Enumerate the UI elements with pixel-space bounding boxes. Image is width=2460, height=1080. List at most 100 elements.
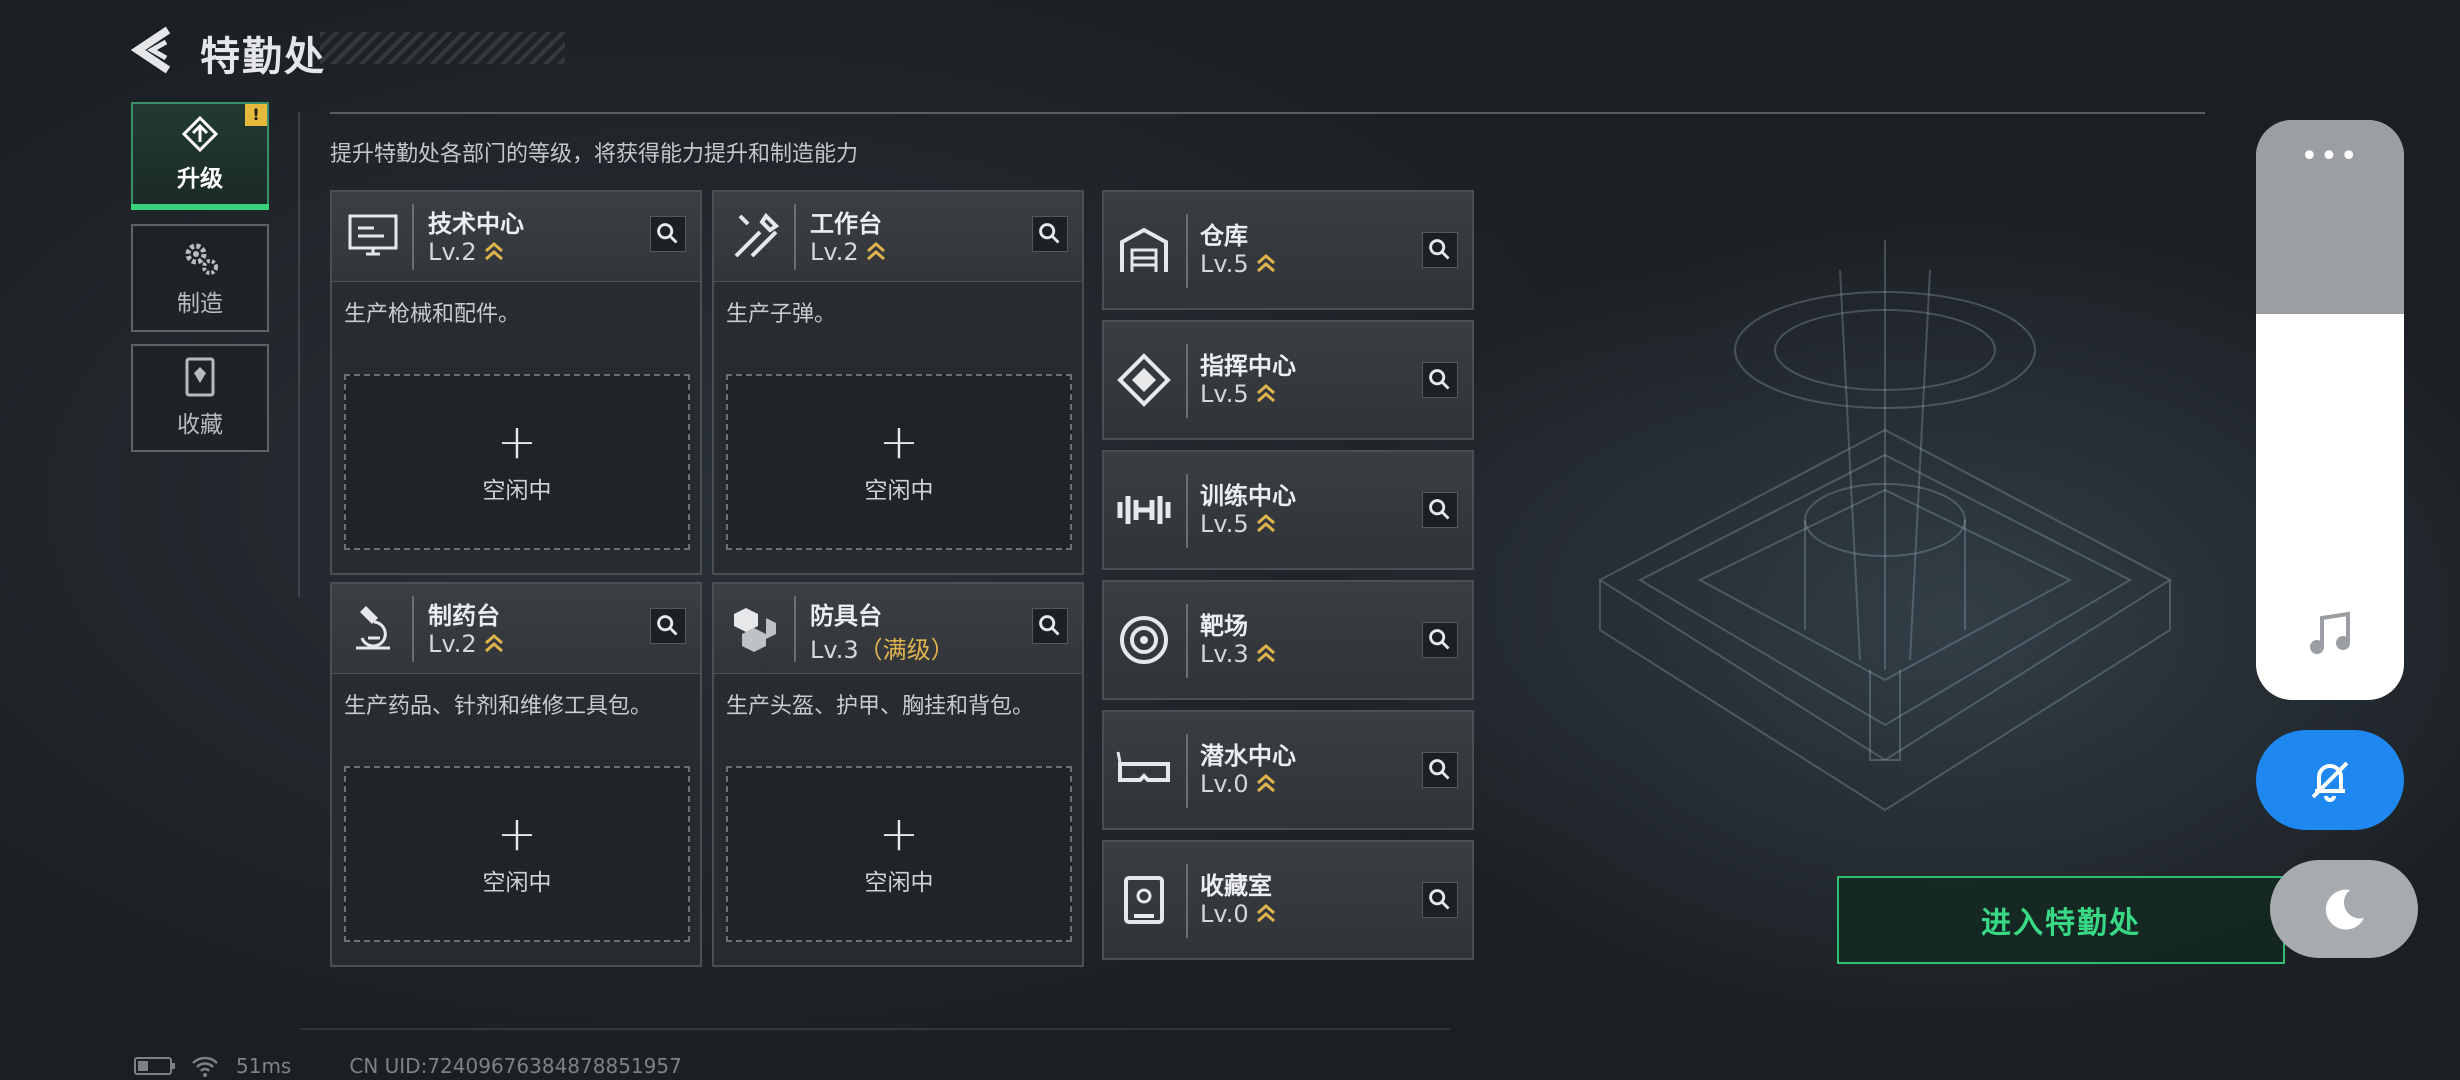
plus-icon: +	[496, 414, 538, 470]
production-slot-button[interactable]: + 空闲中	[344, 766, 690, 942]
level-up-chevron-icon	[484, 634, 503, 653]
production-slot-button[interactable]: + 空闲中	[726, 766, 1072, 942]
card-tech-center[interactable]: 技术中心 Lv.2 生产枪械和配件。 + 空闲中	[330, 190, 702, 575]
tab-upgrade-label: 升级	[177, 166, 223, 192]
search-icon[interactable]	[650, 216, 686, 252]
diving-goggles-icon	[1114, 740, 1174, 800]
production-slot-button[interactable]: + 空闲中	[726, 374, 1072, 550]
plus-icon: +	[878, 414, 920, 470]
facility-name: 仓库	[1200, 222, 1248, 250]
facility-shooting-range[interactable]: 靶场 Lv.3	[1102, 580, 1474, 700]
slot-status: 空闲中	[864, 870, 934, 896]
facility-command-center[interactable]: 指挥中心 Lv.5	[1102, 320, 1474, 440]
card-separator	[1186, 734, 1188, 808]
level-up-chevron-icon	[1256, 254, 1275, 273]
card-level: Lv.2	[428, 630, 505, 658]
production-slot-button[interactable]: + 空闲中	[344, 374, 690, 550]
tab-collection[interactable]: 收藏	[131, 344, 269, 452]
level-text: Lv.0	[1200, 770, 1249, 798]
card-level: Lv.2	[810, 238, 887, 266]
level-up-chevron-icon	[866, 242, 885, 261]
tab-craft[interactable]: 制造	[131, 224, 269, 332]
level-up-chevron-icon	[1256, 644, 1275, 663]
plus-icon: +	[878, 806, 920, 862]
side-divider	[298, 112, 300, 597]
armor-icon	[726, 598, 786, 658]
search-icon[interactable]	[1422, 882, 1458, 918]
moon-icon[interactable]	[2270, 860, 2418, 958]
facility-name: 潜水中心	[1200, 742, 1296, 770]
music-note-icon	[2310, 611, 2350, 654]
battery-icon	[134, 1057, 175, 1075]
level-text: Lv.2	[428, 238, 477, 266]
card-separator	[794, 596, 796, 662]
microscope-icon	[344, 598, 404, 658]
mute-bell-icon[interactable]	[2256, 730, 2404, 830]
card-separator	[1186, 474, 1188, 548]
dumbbell-icon	[1114, 480, 1174, 540]
level-up-chevron-icon	[1256, 384, 1275, 403]
card-separator	[1186, 604, 1188, 678]
card-workbench[interactable]: 工作台 Lv.2 生产子弹。 + 空闲中	[712, 190, 1084, 575]
search-icon[interactable]	[1422, 492, 1458, 528]
card-header: 工作台 Lv.2	[714, 192, 1082, 282]
facility-level: Lv.5	[1200, 510, 1277, 538]
facility-collection-room[interactable]: 收藏室 Lv.0	[1102, 840, 1474, 960]
level-up-chevron-icon	[484, 242, 503, 261]
level-up-chevron-icon	[1256, 774, 1275, 793]
card-title: 工作台	[810, 210, 882, 238]
level-text: Lv.3	[810, 636, 859, 664]
card-description: 生产子弹。	[726, 302, 837, 327]
back-arrow-icon[interactable]	[128, 22, 184, 78]
facility-warehouse[interactable]: 仓库 Lv.5	[1102, 190, 1474, 310]
search-icon[interactable]	[1032, 608, 1068, 644]
facility-name: 收藏室	[1200, 872, 1272, 900]
level-text: Lv.5	[1200, 250, 1249, 278]
search-icon[interactable]	[1032, 216, 1068, 252]
more-options-icon[interactable]: •••	[2256, 142, 2404, 172]
search-icon[interactable]	[1422, 232, 1458, 268]
base-wireframe-illustration	[1598, 240, 2172, 812]
card-header: 技术中心 Lv.2	[332, 192, 700, 282]
search-icon[interactable]	[1422, 752, 1458, 788]
search-icon[interactable]	[1422, 362, 1458, 398]
computer-icon	[344, 206, 404, 266]
plus-icon: +	[496, 806, 538, 862]
card-pharmacy[interactable]: 制药台 Lv.2 生产药品、针剂和维修工具包。 + 空闲中	[330, 582, 702, 967]
level-text: Lv.0	[1200, 900, 1249, 928]
level-text: Lv.5	[1200, 510, 1249, 538]
card-title: 制药台	[428, 602, 500, 630]
card-separator	[412, 596, 414, 662]
tools-icon	[726, 206, 786, 266]
card-separator	[1186, 864, 1188, 938]
card-separator	[412, 204, 414, 270]
card-separator	[1186, 344, 1188, 418]
card-description: 生产枪械和配件。	[344, 302, 521, 327]
title-decoration-stripe	[320, 32, 565, 64]
tab-upgrade[interactable]: ! 升级	[131, 102, 269, 210]
facility-level: Lv.5	[1200, 380, 1277, 408]
ping-readout: 51ms	[236, 1054, 292, 1078]
facility-level: Lv.0	[1200, 900, 1277, 928]
header-divider	[330, 112, 2205, 114]
tab-collection-label: 收藏	[177, 412, 223, 438]
collection-icon	[185, 357, 215, 397]
card-armor-bench[interactable]: 防具台 Lv.3（满级） 生产头盔、护甲、胸挂和背包。 + 空闲中	[712, 582, 1084, 967]
tab-craft-label: 制造	[177, 291, 223, 317]
search-icon[interactable]	[1422, 622, 1458, 658]
enter-facility-button[interactable]: 进入特勤处	[1837, 876, 2285, 964]
card-level: Lv.3（满级）	[810, 630, 955, 665]
facility-name: 训练中心	[1200, 482, 1296, 510]
uid-readout: CN UID:72409676384878851957	[349, 1054, 682, 1078]
card-header: 防具台 Lv.3（满级）	[714, 584, 1082, 674]
card-header: 制药台 Lv.2	[332, 584, 700, 674]
facility-training-center[interactable]: 训练中心 Lv.5	[1102, 450, 1474, 570]
level-text: Lv.2	[810, 238, 859, 266]
wifi-icon	[192, 1056, 218, 1077]
volume-slider[interactable]: •••	[2256, 120, 2404, 700]
level-text: Lv.3	[1200, 640, 1249, 668]
facility-diving-center[interactable]: 潜水中心 Lv.0	[1102, 710, 1474, 830]
search-icon[interactable]	[650, 608, 686, 644]
card-title: 防具台	[810, 602, 882, 630]
bottom-divider	[300, 1028, 1450, 1030]
